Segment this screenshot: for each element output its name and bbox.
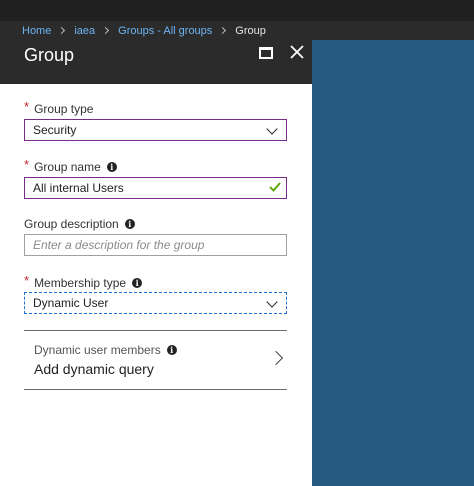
- info-icon[interactable]: i: [124, 219, 135, 229]
- dynamic-members-label: Dynamic user members i: [34, 343, 177, 357]
- checkmark-icon: [269, 182, 281, 192]
- membership-type-select[interactable]: Dynamic User: [24, 292, 287, 314]
- group-name-value: All internal Users: [33, 181, 124, 195]
- portal-top-bar: [0, 0, 474, 21]
- add-dynamic-query-link[interactable]: Add dynamic query: [34, 361, 154, 377]
- breadcrumb-separator-icon: [58, 26, 66, 35]
- dynamic-members-row[interactable]: Dynamic user members i Add dynamic query: [24, 331, 287, 389]
- required-marker: *: [24, 273, 30, 288]
- required-marker: *: [24, 157, 30, 172]
- chevron-right-icon: [268, 350, 284, 366]
- group-form: * Group type Security * Group name i All…: [0, 84, 312, 486]
- close-icon[interactable]: [289, 44, 305, 60]
- group-type-select[interactable]: Security: [24, 119, 287, 141]
- breadcrumb-current: Group: [235, 24, 266, 37]
- group-description-field[interactable]: Enter a description for the group: [24, 234, 287, 256]
- group-name-field[interactable]: All internal Users: [24, 177, 287, 199]
- info-icon[interactable]: i: [132, 277, 143, 288]
- breadcrumb-separator-icon: [102, 26, 110, 35]
- group-description-label: Group description i: [24, 217, 135, 231]
- breadcrumb-home[interactable]: Home: [22, 25, 51, 37]
- blade-header: Group: [0, 40, 312, 84]
- group-type-value: Security: [33, 123, 77, 137]
- chevron-down-icon: [266, 296, 278, 308]
- info-icon[interactable]: i: [166, 345, 177, 355]
- group-description-placeholder: Enter a description for the group: [33, 238, 205, 252]
- info-icon[interactable]: i: [106, 161, 117, 172]
- membership-type-value: Dynamic User: [33, 296, 109, 310]
- maximize-icon[interactable]: [259, 47, 273, 59]
- chevron-down-icon: [266, 123, 278, 135]
- group-name-label: * Group name i: [24, 157, 117, 174]
- breadcrumb-separator-icon: [219, 26, 227, 35]
- group-type-label: * Group type: [24, 99, 94, 116]
- page-title: Group: [24, 45, 75, 65]
- breadcrumb-tenant[interactable]: iaea: [74, 25, 95, 37]
- membership-type-label: * Membership type i: [24, 273, 143, 290]
- divider: [24, 389, 287, 390]
- background-panel: [312, 40, 474, 486]
- breadcrumb-groups[interactable]: Groups - All groups: [118, 25, 212, 37]
- breadcrumb: Home iaea Groups - All groups Group: [0, 21, 474, 40]
- required-marker: *: [24, 99, 30, 114]
